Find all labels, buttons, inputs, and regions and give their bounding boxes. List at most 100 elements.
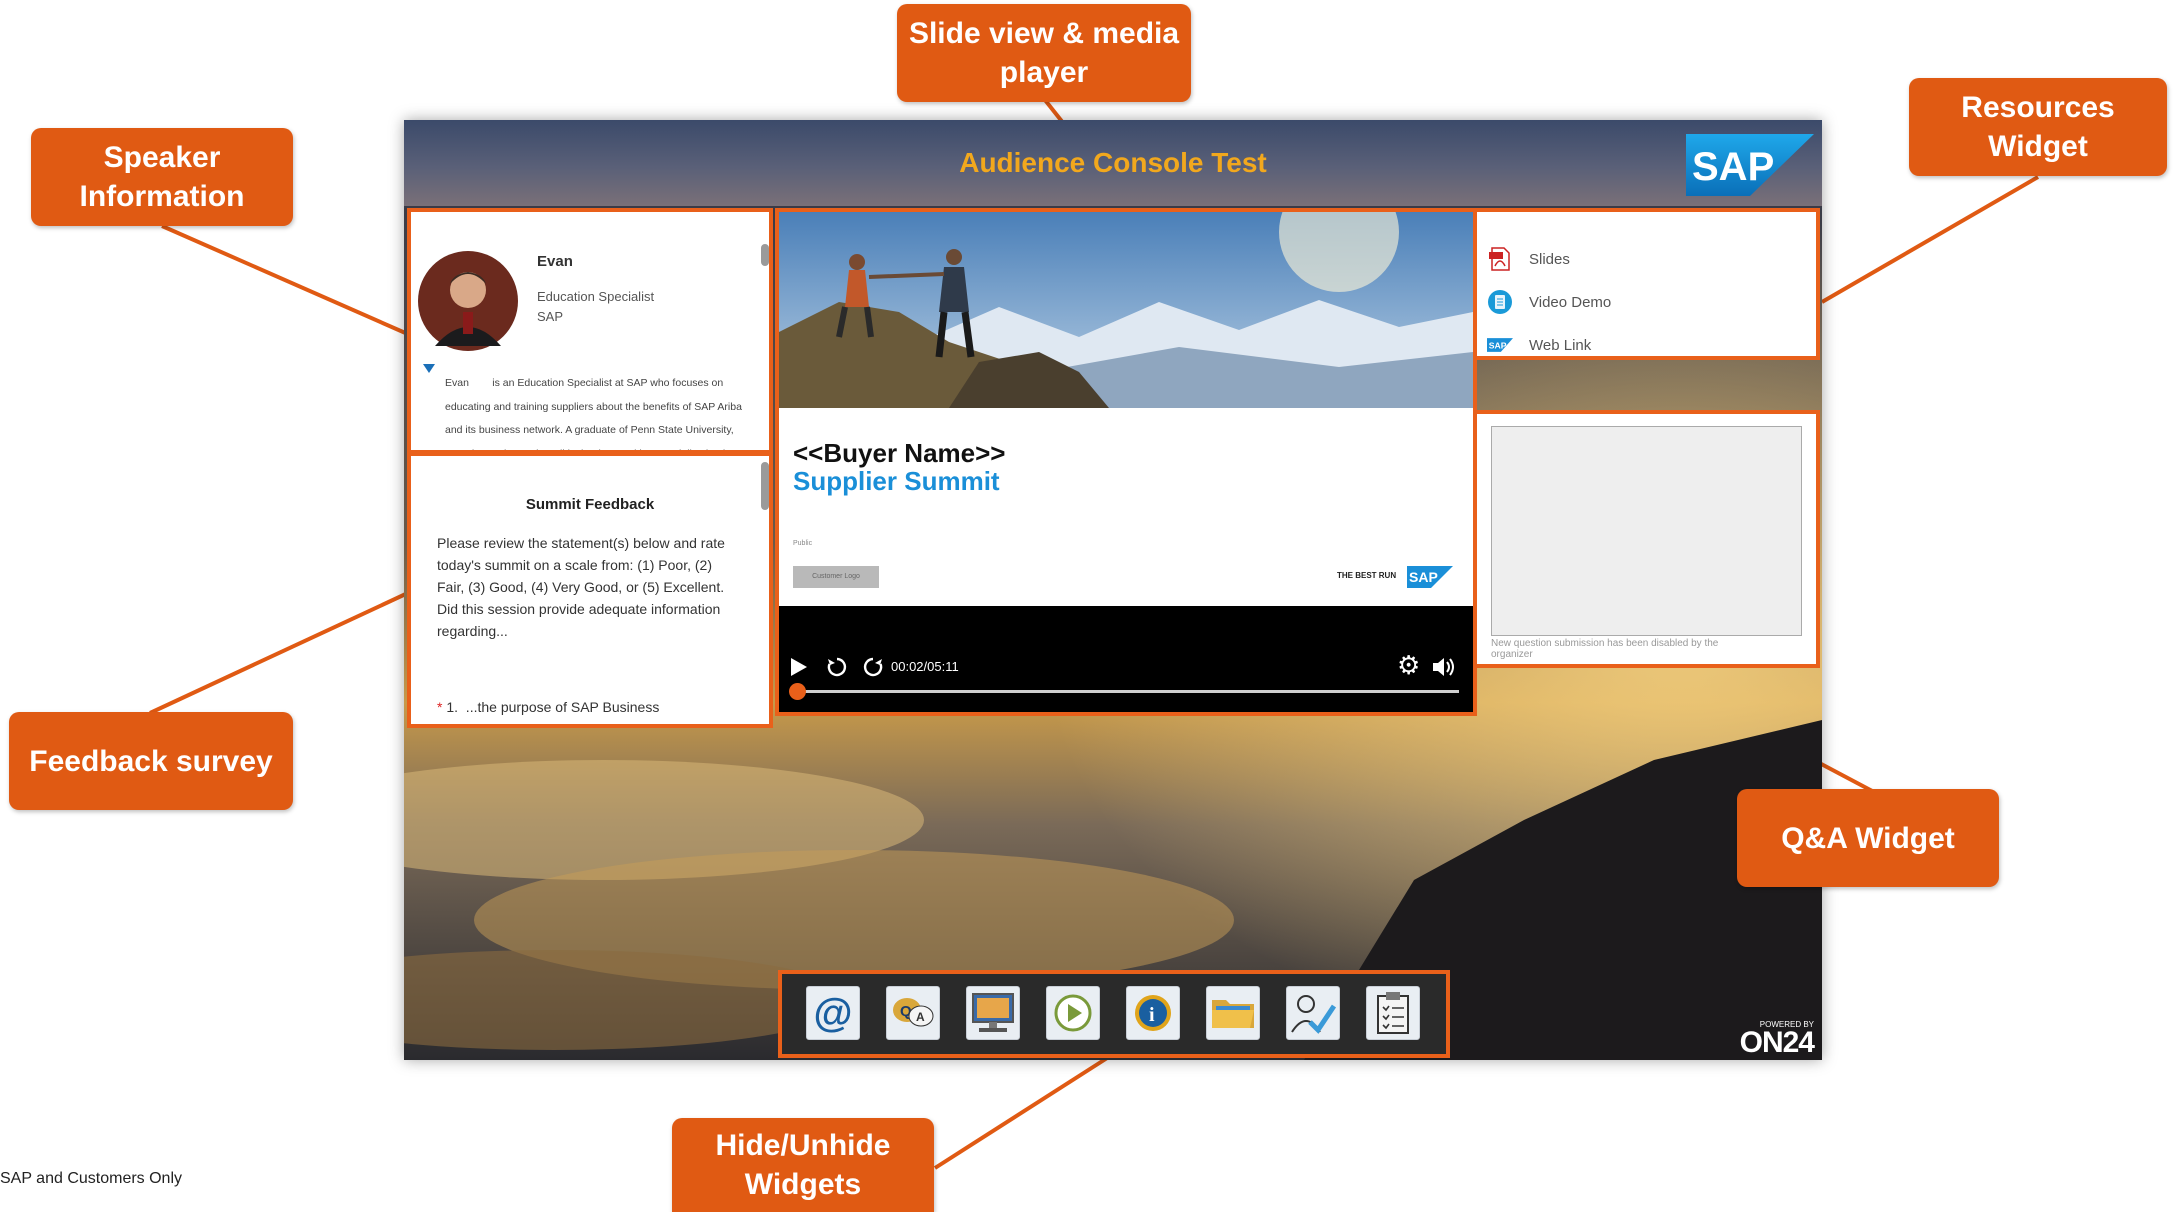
bio-line: educating and training suppliers about t… — [445, 400, 742, 413]
callout-feedback: Feedback survey — [9, 712, 293, 810]
on24-logo: ON24 — [1739, 1026, 1815, 1059]
callout-line: Q&A Widget — [1781, 821, 1955, 855]
slide-media-widget: <<Buyer Name>> Supplier Summit Public Cu… — [775, 208, 1477, 716]
customer-logo-placeholder: Customer Logo — [793, 566, 879, 588]
clipboard-icon — [1377, 992, 1409, 1034]
at-icon: @ — [813, 991, 853, 1035]
survey-widget-button[interactable] — [1366, 986, 1420, 1040]
media-player-bar: 00:02/05:11 ⚙ — [779, 606, 1473, 712]
volume-icon[interactable] — [1431, 656, 1455, 678]
notice-line: organizer — [1491, 649, 1533, 660]
video-icon — [1487, 289, 1513, 315]
callout-line: Resources — [1961, 91, 2115, 124]
callout-line: Speaker — [103, 141, 221, 174]
speaker-title: Education Specialist — [537, 289, 655, 304]
callout-line: Hide/Unhide — [715, 1129, 891, 1162]
speaker-avatar — [418, 251, 518, 351]
play-icon[interactable] — [791, 658, 807, 676]
speaker-widget: Evan Education Specialist SAP Evan is an… — [407, 208, 773, 454]
connector-hide — [933, 1051, 1117, 1170]
connector-speaker — [161, 224, 411, 337]
speaker-scrollbar[interactable] — [761, 244, 769, 266]
connector-resources — [1820, 175, 2040, 304]
info-icon: i — [1135, 995, 1171, 1031]
bio-line: and its business network. A graduate of … — [445, 424, 734, 436]
slide-title-line1: <<Buyer Name>> — [793, 438, 1006, 468]
survey-scrollbar[interactable] — [761, 462, 769, 510]
speaker-bio-widget-button[interactable] — [1286, 986, 1340, 1040]
callout-qa: Q&A Widget — [1737, 789, 1999, 887]
best-run-label: THE BEST RUN — [1337, 571, 1397, 580]
notice-line: New question submission has been disable… — [1491, 638, 1719, 649]
resources-widget-button[interactable] — [1206, 986, 1260, 1040]
folder-icon — [1212, 1000, 1254, 1028]
person-check-icon — [1291, 995, 1336, 1034]
connector-feedback — [149, 590, 411, 715]
intro-line: regarding... — [437, 623, 508, 639]
intro-line: today's summit on a scale from: (1) Poor… — [437, 557, 712, 573]
speaker-info-widget-button[interactable]: i — [1126, 986, 1180, 1040]
callout-resources: Resources Widget — [1909, 78, 2167, 176]
speaker-company: SAP — [537, 309, 564, 324]
callout-line: Widget — [1988, 130, 2088, 163]
callout-speaker: Speaker Information — [31, 128, 293, 226]
progress-track[interactable] — [793, 690, 1459, 693]
bio-line: Evan is an Education Specialist at SAP w… — [445, 377, 724, 389]
progress-handle[interactable] — [788, 683, 806, 700]
monitor-icon — [972, 993, 1014, 1032]
settings-gear-icon[interactable]: ⚙ — [1397, 650, 1420, 681]
slide-hero-image — [779, 212, 1473, 408]
sap-logo: SAP — [1686, 134, 1814, 196]
speaker-name: Evan — [537, 253, 573, 270]
required-marker: * — [437, 699, 447, 715]
svg-text:SAP: SAP — [1489, 340, 1507, 350]
qa-widget-button[interactable]: QA — [886, 986, 940, 1040]
callout-hide-unhide: Hide/Unhide Widgets — [672, 1118, 934, 1212]
slides-widget-button[interactable] — [966, 986, 1020, 1040]
svg-text:A: A — [916, 1010, 925, 1024]
question-textarea[interactable] — [1491, 426, 1802, 636]
sap-link-icon: SAP — [1487, 332, 1513, 356]
question-text-continued: Network? — [437, 718, 757, 724]
sap-small-logo: SAP — [1407, 566, 1453, 588]
svg-text:SAP: SAP — [1409, 569, 1438, 585]
rewind-icon[interactable] — [825, 655, 849, 679]
collapse-triangle-icon[interactable] — [423, 364, 435, 373]
callout-line: Slide view & media — [908, 17, 1180, 50]
svg-text:SAP: SAP — [1692, 145, 1774, 189]
forward-icon[interactable] — [861, 655, 885, 679]
console-title: Audience Console Test — [959, 147, 1267, 178]
qa-disabled-notice: New question submission has been disable… — [1491, 638, 1718, 660]
svg-text:i: i — [1149, 1004, 1155, 1026]
callout-line: player — [999, 56, 1089, 89]
qa-icon: QA — [893, 998, 934, 1027]
pdf-icon — [1487, 246, 1513, 272]
footer-classification: SAP and Customers Only — [0, 1170, 183, 1187]
survey-question-1[interactable]: * 1. ...the purpose of SAP Business Netw… — [437, 696, 757, 724]
player-time: 00:02/05:11 — [891, 659, 959, 674]
slide-title-line2: Supplier Summit — [793, 466, 1000, 496]
question-text: 1. ...the purpose of SAP Business — [446, 699, 660, 715]
media-widget-button[interactable] — [1046, 986, 1100, 1040]
qa-widget: New question submission has been disable… — [1473, 410, 1820, 668]
resources-widget: Slides Video Demo SAP Web Link — [1473, 208, 1820, 360]
survey-intro: Please review the statement(s) below and… — [437, 532, 757, 642]
resource-label: Video Demo — [1529, 293, 1612, 311]
resource-label: Web Link — [1529, 336, 1592, 354]
intro-line: Fair, (3) Good, (4) Very Good, or (5) Ex… — [437, 579, 725, 595]
intro-line: Did this session provide adequate inform… — [437, 601, 721, 617]
resource-slides[interactable]: Slides — [1487, 244, 1570, 274]
speaker-bio: Evan is an Education Specialist at SAP w… — [445, 372, 765, 450]
callout-line: Widgets — [744, 1168, 862, 1201]
email-widget-button[interactable]: @ — [806, 986, 860, 1040]
resource-video-demo[interactable]: Video Demo — [1487, 287, 1611, 317]
intro-line: Please review the statement(s) below and… — [437, 535, 725, 551]
resource-label: Slides — [1529, 250, 1570, 268]
widget-toolbar: @ QA i — [778, 970, 1450, 1058]
play-circle-icon — [1054, 994, 1092, 1032]
audience-console: Audience Console Test SAP Evan Education… — [404, 120, 1822, 1060]
resource-web-link[interactable]: SAP Web Link — [1487, 330, 1592, 356]
callout-slide-view: Slide view & media player — [897, 4, 1191, 102]
feedback-survey-widget: Summit Feedback Please review the statem… — [407, 452, 773, 728]
slide-public-label: Public — [793, 540, 813, 547]
